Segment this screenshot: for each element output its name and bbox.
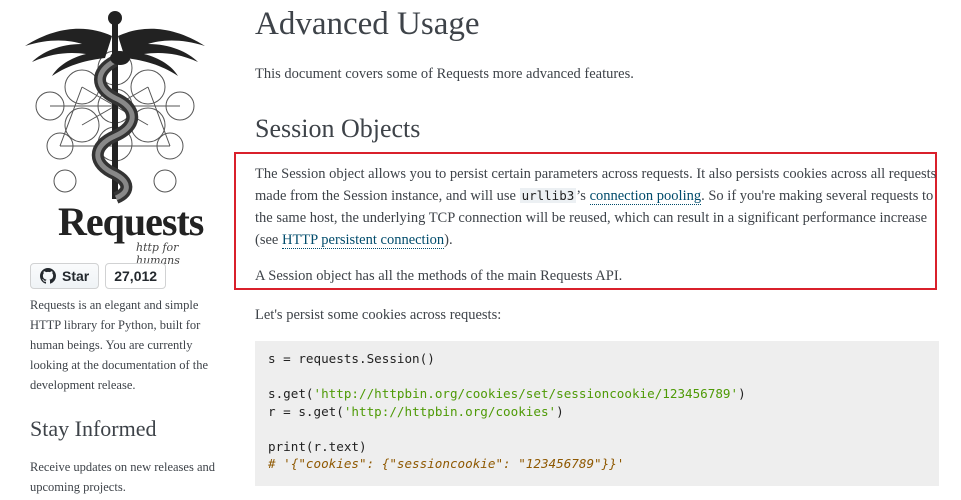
requests-logo[interactable]: Requests http for humans [20, 6, 210, 267]
connection-pooling-link[interactable]: connection pooling [589, 188, 702, 205]
text-span: ). [444, 232, 453, 248]
text-span: ’s [576, 188, 590, 204]
caduceus-icon [25, 11, 205, 204]
code-token: ) [556, 403, 564, 419]
code-line: print(r.text) [268, 438, 367, 454]
code-string: 'http://httpbin.org/cookies' [343, 403, 557, 419]
code-line: s = requests.Session() [268, 351, 435, 366]
http-persistent-connection-link[interactable]: HTTP persistent connection [281, 232, 445, 249]
code-comment: # '{"cookies": {"sessioncookie": "123456… [268, 456, 625, 471]
session-paragraph: The Session object allows you to persist… [255, 163, 940, 251]
stay-informed-heading: Stay Informed [30, 416, 157, 441]
section-title: Session Objects [255, 114, 421, 143]
inline-code-urllib3: urllib3 [519, 188, 577, 203]
code-string: 'http://httpbin.org/cookies/set/sessionc… [313, 386, 739, 401]
sidebar: Requests http for humans Star 27,012 Req… [0, 0, 225, 500]
github-star-widget: Star 27,012 [30, 262, 167, 290]
code-token: ) [738, 386, 746, 401]
sidebar-description: Requests is an elegant and simple HTTP l… [30, 298, 209, 392]
code-line: r = s.get('http://httpbin.org/cookies') [268, 403, 926, 421]
code-block: s = requests.Session() s.get('http://htt… [255, 341, 939, 486]
page-title: Advanced Usage [255, 6, 480, 42]
session-api-paragraph: A Session object has all the methods of … [255, 268, 623, 284]
star-count[interactable]: 27,012 [105, 263, 167, 289]
stay-informed-text: Receive updates on new releases and upco… [30, 460, 215, 494]
code-token: s.get( [268, 386, 314, 401]
intro-text: This document covers some of Requests mo… [255, 66, 634, 82]
github-star-button[interactable]: Star [30, 263, 100, 289]
code-line: s.get('http://httpbin.org/cookies/set/se… [268, 385, 926, 403]
github-icon [40, 268, 56, 284]
persist-cookies-paragraph: Let's persist some cookies across reques… [255, 307, 502, 323]
logo-wordmark: Requests [58, 199, 204, 244]
code-token: r = s.get( [268, 403, 344, 419]
star-label: Star [62, 268, 90, 284]
